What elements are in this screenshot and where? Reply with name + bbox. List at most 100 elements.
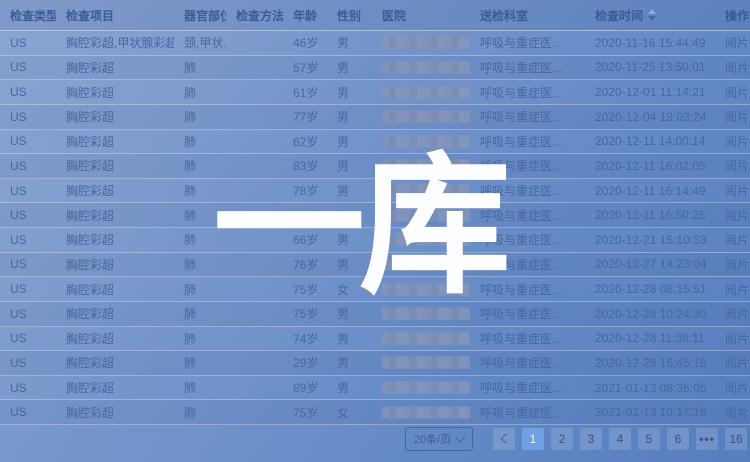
pagination-page-1[interactable]: 1 [522,428,544,450]
table-row[interactable]: US 胸腔彩超 肺 76岁 男 呼吸与重症医... 2020-12-27 14:… [0,253,750,278]
page-size-select[interactable]: 20条/页 [405,427,473,451]
view-images-link[interactable]: 阅片 [715,108,750,125]
table-row[interactable]: US 胸腔彩超,甲状腺彩超 颈,甲状... 46岁 男 呼吸与重症医... 20… [0,31,750,56]
cell-organ: 肺 [174,330,226,347]
pagination-page-3[interactable]: 3 [580,428,602,450]
cell-age: 83岁 [283,157,327,174]
cell-exam-type: US [0,282,56,296]
table-row[interactable]: US 胸腔彩超 肺 66岁 男 呼吸与重症医... 2020-12-21 15:… [0,228,750,253]
cell-age: 75岁 [283,404,327,421]
hospital-redaction-block [382,209,470,222]
cell-hospital [372,61,470,74]
cell-organ: 肺 [174,379,226,396]
cell-exam-item: 胸腔彩超 [56,207,174,224]
cell-gender: 男 [327,133,372,150]
table-row[interactable]: US 胸腔彩超 肺 29岁 男 呼吸与重症医... 2020-12-28 16:… [0,351,750,376]
cell-exam-item: 胸腔彩超 [56,59,174,76]
pagination-page-4[interactable]: 4 [609,428,631,450]
view-images-link[interactable]: 阅片 [715,305,750,322]
cell-organ: 肺 [174,231,226,248]
cell-exam-time: 2021-01-13 10:17:16 [585,405,715,419]
view-images-link[interactable]: 阅片 [715,207,750,224]
column-header-exam-time[interactable]: 检查时间 [585,7,715,24]
cell-exam-type: US [0,331,56,345]
cell-exam-item: 胸腔彩超 [56,330,174,347]
view-images-link[interactable]: 阅片 [715,256,750,273]
pagination-pages: 123456 ••• 16 [522,428,747,450]
view-images-link[interactable]: 阅片 [715,84,750,101]
cell-age: 76岁 [283,256,327,273]
prev-page-button[interactable] [493,428,515,450]
cell-hospital [372,36,470,49]
cell-hospital [372,406,470,419]
table-row[interactable]: US 胸腔彩超 肺 89岁 男 呼吸与重症医... 2021-01-13 08:… [0,376,750,401]
hospital-redaction-block [382,356,470,369]
table-row[interactable]: US 胸腔彩超 肺 83岁 男 呼吸与重症医... 2020-12-11 16:… [0,154,750,179]
cell-organ: 肺 [174,256,226,273]
table-row[interactable]: US 胸腔彩超 肺 76岁 女 呼吸与重症医... 2020-12-11 16:… [0,203,750,228]
pagination-page-16[interactable]: 16 [725,428,747,450]
cell-exam-time: 2020-12-27 14:23:04 [585,257,715,271]
view-images-link[interactable]: 阅片 [715,182,750,199]
hospital-redaction-block [382,406,470,419]
view-images-link[interactable]: 阅片 [715,231,750,248]
pagination-more-icon[interactable]: ••• [696,428,718,450]
hospital-redaction-block [382,381,470,394]
table-body: US 胸腔彩超,甲状腺彩超 颈,甲状... 46岁 男 呼吸与重症医... 20… [0,31,750,425]
cell-exam-type: US [0,307,56,321]
pagination-page-5[interactable]: 5 [638,428,660,450]
view-images-link[interactable]: 阅片 [715,404,750,421]
cell-hospital [372,307,470,320]
cell-gender: 男 [327,108,372,125]
table-row[interactable]: US 胸腔彩超 肺 61岁 男 呼吸与重症医... 2020-12-01 11:… [0,80,750,105]
cell-exam-type: US [0,356,56,370]
cell-gender: 男 [327,182,372,199]
cell-exam-time: 2020-12-01 11:14:21 [585,85,715,99]
cell-exam-item: 胸腔彩超 [56,108,174,125]
table-row[interactable]: US 胸腔彩超 肺 75岁 女 呼吸与重症医... 2020-12-28 08:… [0,277,750,302]
cell-exam-type: US [0,184,56,198]
pagination-page-6[interactable]: 6 [667,428,689,450]
table-row[interactable]: US 胸腔彩超 肺 78岁 男 呼吸与重症医... 2020-12-11 16:… [0,179,750,204]
cell-gender: 男 [327,34,372,51]
cell-exam-type: US [0,134,56,148]
view-images-link[interactable]: 阅片 [715,59,750,76]
table-row[interactable]: US 胸腔彩超 肺 57岁 男 呼吸与重症医... 2020-11-25 13:… [0,56,750,81]
cell-hospital [372,356,470,369]
cell-age: 74岁 [283,330,327,347]
table-row[interactable]: US 胸腔彩超 肺 62岁 男 呼吸与重症医... 2020-12-11 14:… [0,130,750,155]
pagination-bar: 20条/页 123456 ••• 16 [0,420,750,462]
hospital-redaction-block [382,61,470,74]
column-header-method: 检查方法 [226,7,283,24]
cell-gender: 男 [327,256,372,273]
page-size-label: 20条/页 [414,431,451,447]
table-row[interactable]: US 胸腔彩超 肺 77岁 男 呼吸与重症医... 2020-12-04 19:… [0,105,750,130]
view-images-link[interactable]: 阅片 [715,157,750,174]
cell-gender: 男 [327,305,372,322]
column-header-age: 年龄 [283,7,327,24]
chevron-left-icon [500,434,510,444]
view-images-link[interactable]: 阅片 [715,34,750,51]
cell-hospital [372,159,470,172]
cell-exam-time: 2021-01-13 08:35:05 [585,381,715,395]
cell-organ: 肺 [174,281,226,298]
view-images-link[interactable]: 阅片 [715,133,750,150]
pagination-page-2[interactable]: 2 [551,428,573,450]
table-row[interactable]: US 胸腔彩超 肺 75岁 男 呼吸与重症医... 2020-12-28 10:… [0,302,750,327]
cell-organ: 肺 [174,404,226,421]
cell-age: 75岁 [283,281,327,298]
cell-hospital [372,209,470,222]
hospital-redaction-block [382,184,470,197]
cell-department: 呼吸与重症医... [470,281,585,298]
hospital-redaction-block [382,159,470,172]
view-images-link[interactable]: 阅片 [715,281,750,298]
cell-department: 呼吸与重症医... [470,354,585,371]
view-images-link[interactable]: 阅片 [715,379,750,396]
sort-icon[interactable] [648,9,656,21]
cell-hospital [372,283,470,296]
view-images-link[interactable]: 阅片 [715,330,750,347]
view-images-link[interactable]: 阅片 [715,354,750,371]
table-row[interactable]: US 胸腔彩超 肺 74岁 男 呼吸与重症医... 2020-12-28 11:… [0,327,750,352]
cell-exam-type: US [0,60,56,74]
hospital-redaction-block [382,36,470,49]
